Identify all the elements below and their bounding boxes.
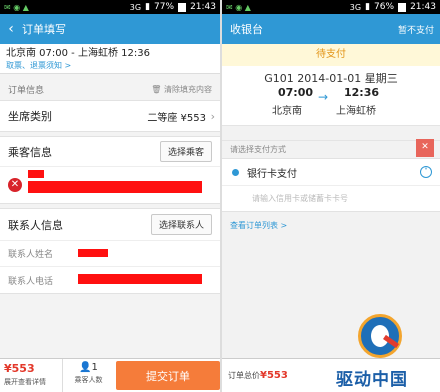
bookmark-icon: ✕	[416, 139, 434, 157]
battery-icon	[178, 2, 187, 12]
clock: 21:43	[410, 2, 436, 12]
contact-phone-label: 联系人电话	[8, 276, 54, 287]
carrier-label: 3G	[129, 2, 142, 12]
departure-time: 07:00	[278, 86, 314, 99]
status-bar: ✉ ◉ ▲ 3G ▮ 77% 21:43	[0, 0, 220, 14]
select-passenger-button[interactable]: 选择乘客	[159, 141, 212, 162]
payment-status-banner: 待支付	[222, 44, 440, 66]
train-info-card: G101 2014-01-01 星期三 07:00 → 12:36 北京南 上海…	[222, 66, 440, 126]
departure-station: 北京南	[272, 106, 302, 117]
battery-icon	[398, 2, 407, 12]
contact-phone-field[interactable]: 联系人电话	[0, 267, 220, 293]
battery-label: 77%	[154, 2, 175, 12]
app-header: 收银台 暂不支付	[222, 14, 440, 44]
contact-card: 联系人信息 选择联系人 联系人姓名 联系人电话	[0, 208, 220, 294]
ticket-notice-link[interactable]: 取票、退票须知 >	[0, 60, 220, 74]
clear-label: 清除填充内容	[164, 84, 212, 94]
battery-label: 76%	[374, 2, 395, 12]
contact-header-row: 联系人信息 选择联系人	[0, 209, 220, 241]
logo-icon	[358, 314, 402, 358]
clock: 21:43	[190, 2, 216, 12]
signal-icon: ▮	[145, 2, 151, 12]
bank-card-label: 银行卡支付	[247, 168, 297, 180]
chevron-down-icon[interactable]: ˅	[420, 166, 432, 178]
notification-icons: ✉ ◉ ▲	[4, 2, 29, 12]
carrier-label: 3G	[349, 2, 362, 12]
payment-method-label: 请选择支付方式	[230, 145, 286, 154]
passenger-count-label: 乘客人数	[74, 376, 103, 384]
order-price: ¥553	[4, 362, 35, 375]
seat-card: 坐席类别 二等座 ¥553 ›	[0, 100, 220, 132]
page-title: 收银台	[230, 23, 263, 36]
price-detail-toggle[interactable]: ¥553 展开查看详情	[0, 359, 62, 392]
radio-selected-icon	[232, 168, 239, 176]
passenger-card: 乘客信息 选择乘客 ✕	[0, 136, 220, 204]
notification-icons: ✉ ◉ ▲	[226, 2, 251, 12]
order-info-label: 订单信息	[8, 85, 45, 96]
train-number-date: G101 2014-01-01 星期三	[264, 72, 398, 85]
status-bar: ✉ ◉ ▲ 3G ▮ 76% 21:43	[222, 0, 440, 14]
arrival-time: 12:36	[344, 86, 380, 99]
trash-icon: 🗑	[151, 84, 162, 94]
seat-class-row[interactable]: 坐席类别 二等座 ¥553 ›	[0, 101, 220, 131]
total-price-label: 订单总价	[228, 371, 260, 380]
person-icon: 👤	[79, 362, 92, 373]
select-contact-button[interactable]: 选择联系人	[150, 214, 212, 235]
passenger-info-label: 乘客信息	[8, 145, 52, 159]
passenger-entry: ✕	[0, 167, 220, 203]
back-arrow-icon[interactable]: ‹	[0, 21, 22, 37]
app-header: ‹ 订单填写	[0, 14, 220, 44]
total-price-value: ¥553	[260, 370, 288, 381]
chevron-right-icon: ›	[210, 109, 215, 123]
watermark-text: 驱动中国	[336, 370, 408, 390]
redacted-contact-phone	[78, 274, 202, 284]
bank-card-option[interactable]: 银行卡支付 ˅	[222, 159, 440, 185]
price-detail-label: 展开查看详情	[4, 378, 46, 386]
redacted-name	[28, 170, 44, 178]
delete-passenger-icon[interactable]: ✕	[8, 178, 22, 192]
contact-info-label: 联系人信息	[8, 218, 63, 232]
passenger-count-value: 1	[91, 362, 98, 373]
order-bottom-bar: ¥553 展开查看详情 👤1 乘客人数 提交订单	[0, 358, 220, 392]
trip-summary: 北京南 07:00 - 上海虹桥 12:36	[0, 44, 220, 60]
arrival-station: 上海虹桥	[336, 106, 376, 117]
page-title: 订单填写	[22, 23, 66, 36]
arrow-right-icon: →	[318, 90, 329, 104]
pay-later-button[interactable]: 暂不支付	[398, 23, 434, 36]
contact-name-field[interactable]: 联系人姓名	[0, 241, 220, 267]
contact-name-label: 联系人姓名	[8, 250, 54, 260]
payment-method-card: 银行卡支付 ˅ 请输入信用卡或储蓄卡卡号	[222, 158, 440, 212]
order-info-header: 订单信息 🗑 清除填充内容	[0, 78, 220, 100]
view-orders-link[interactable]: 查看订单列表 >	[222, 212, 440, 239]
redacted-contact-name	[78, 249, 108, 257]
card-number-input[interactable]: 请输入信用卡或储蓄卡卡号	[222, 185, 440, 211]
signal-icon: ▮	[365, 2, 371, 12]
site-watermark: 驱动中国	[336, 314, 436, 392]
submit-order-button[interactable]: 提交订单	[116, 361, 220, 390]
redacted-id	[28, 181, 202, 193]
seat-class-label: 坐席类别	[8, 110, 52, 123]
order-form-screen: ✉ ◉ ▲ 3G ▮ 77% 21:43 ‹ 订单填写 北京南 07:00 - …	[0, 0, 220, 392]
payment-method-header: 请选择支付方式 ✕	[222, 139, 440, 158]
passenger-header-row: 乘客信息 选择乘客	[0, 137, 220, 167]
clear-fill-button[interactable]: 🗑 清除填充内容	[151, 84, 212, 95]
seat-class-value: 二等座 ¥553	[147, 112, 206, 124]
passenger-count: 👤1 乘客人数	[62, 359, 114, 392]
